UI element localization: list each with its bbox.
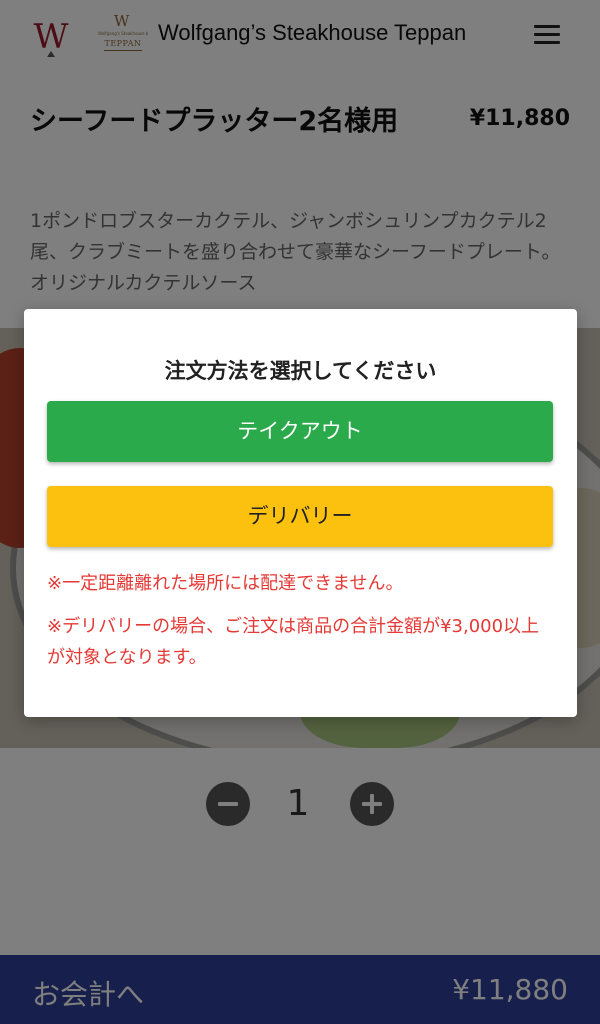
order-method-dialog: 注文方法を選択してください テイクアウト デリバリー ※一定距離離れた場所には配… <box>24 309 577 717</box>
delivery-button[interactable]: デリバリー <box>47 486 553 547</box>
dialog-title: 注文方法を選択してください <box>164 359 437 383</box>
delivery-minimum-note: ※デリバリーの場合、ご注文は商品の合計金額が¥3,000以上が対象となります。 <box>47 616 540 668</box>
takeout-button[interactable]: テイクアウト <box>47 401 553 462</box>
delivery-distance-note: ※一定距離離れた場所には配達できません。 <box>47 573 404 594</box>
